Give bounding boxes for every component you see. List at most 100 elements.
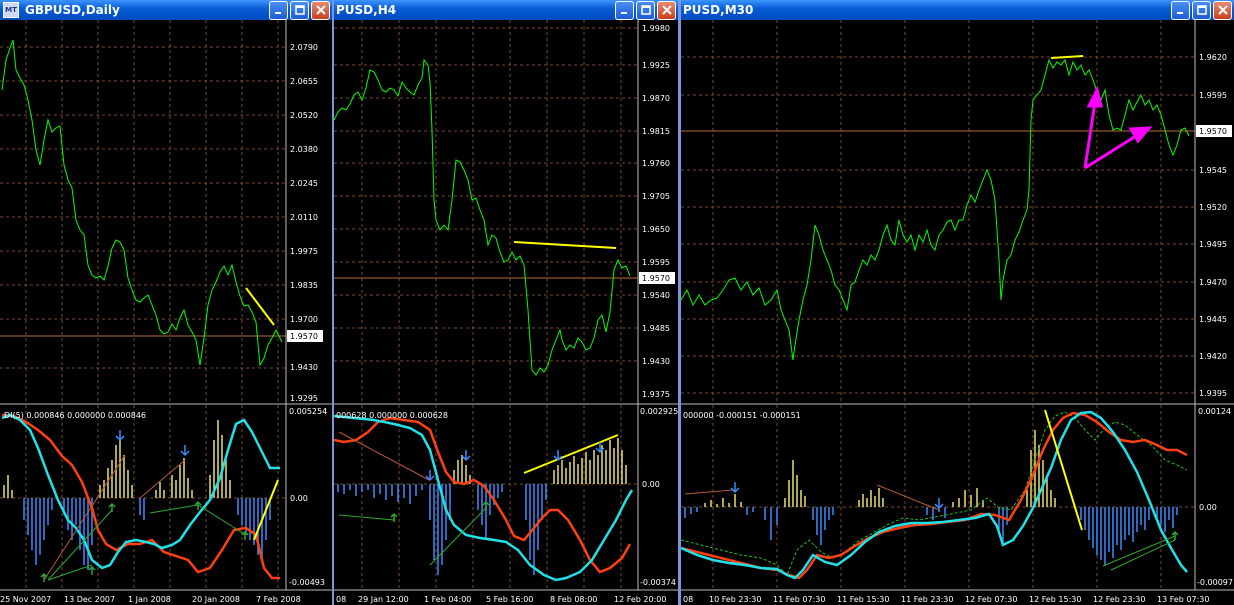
- time-tick: 08: [683, 595, 693, 604]
- window-titlebar[interactable]: MT GBPUSD,Daily: [0, 0, 332, 20]
- price-tick: 1.9520: [1199, 203, 1227, 212]
- time-tick: 13 Feb 07:30: [1157, 595, 1209, 604]
- time-axis: 08 10 Feb 23:30 11 Feb 07:30 11 Feb 15:3…: [683, 595, 1209, 604]
- current-price-label: 1.9570: [1199, 127, 1227, 136]
- price-tick: 1.9975: [290, 247, 318, 256]
- price-tick: 1.9540: [642, 291, 670, 300]
- maximize-icon: [294, 5, 305, 15]
- window-titlebar[interactable]: PUSD,H4: [334, 0, 678, 20]
- time-tick: 11 Feb 15:30: [837, 595, 889, 604]
- price-axis-panel: [1195, 20, 1234, 405]
- annotation-arrows: [1083, 85, 1153, 170]
- close-button[interactable]: [311, 0, 330, 20]
- time-tick: 12 Feb 07:30: [965, 595, 1017, 604]
- price-tick: 1.9375: [642, 390, 670, 399]
- chart-window-h4[interactable]: PUSD,H4 1.9980 1.9925 1.9870 1.9815 1.97…: [334, 0, 678, 605]
- price-tick: 1.9980: [642, 24, 670, 33]
- maximize-icon: [1196, 5, 1207, 15]
- indicator-tick: 0.002925: [640, 407, 678, 416]
- price-tick: 1.9595: [642, 258, 670, 267]
- price-tick: 2.0790: [290, 43, 318, 52]
- price-tick: 1.9760: [642, 159, 670, 168]
- price-tick: 1.9545: [1199, 166, 1227, 175]
- oscillator-dashed-line: [681, 411, 1188, 576]
- chart-area[interactable]: 1.9980 1.9925 1.9870 1.9815 1.9760 1.970…: [334, 20, 678, 605]
- oscillator-slow-line: [681, 410, 1188, 580]
- price-tick: 2.0520: [290, 111, 318, 120]
- price-tick: 1.9815: [642, 127, 670, 136]
- maximize-button[interactable]: [290, 0, 309, 20]
- indicator-axis-panel: [638, 405, 678, 590]
- price-tick: 1.9295: [290, 394, 318, 403]
- price-line: [681, 58, 1190, 361]
- price-tick: 1.9430: [642, 357, 670, 366]
- chart-area[interactable]: 1.9620 1.9595 1.9545 1.9520 1.9495 1.947…: [681, 20, 1234, 605]
- maximize-icon: [640, 5, 651, 15]
- indicator-axis-panel: [1195, 405, 1234, 590]
- price-tick: 2.0380: [290, 145, 318, 154]
- minimize-button[interactable]: [1171, 0, 1190, 20]
- histogram: [337, 438, 627, 575]
- current-price-label: 1.9570: [642, 274, 670, 283]
- histogram: [684, 430, 1178, 565]
- maximize-button[interactable]: [1192, 0, 1211, 20]
- price-axis-panel: [638, 20, 678, 405]
- trendline: [523, 434, 619, 474]
- chart-window-daily[interactable]: MT GBPUSD,Daily 2.0790 2.0655 2.0520 2.0…: [0, 0, 332, 605]
- indicator-tick: -0.00374: [640, 578, 676, 587]
- indicator-label: 000628 0.000000 0.000628: [336, 411, 448, 420]
- time-tick: 12 Feb 23:30: [1093, 595, 1145, 604]
- time-tick: 11 Feb 23:30: [901, 595, 953, 604]
- price-tick: 1.9395: [1199, 389, 1227, 398]
- time-tick: 11 Feb 07:30: [773, 595, 825, 604]
- price-tick: 1.9650: [642, 225, 670, 234]
- time-axis: 08 29 Jan 12:00 1 Feb 04:00 5 Feb 16:00 …: [336, 595, 666, 604]
- trendline: [513, 241, 617, 249]
- time-tick: 5 Feb 16:00: [486, 595, 533, 604]
- price-tick: 2.0110: [290, 213, 318, 222]
- time-tick: 20 Jan 2008: [192, 595, 240, 604]
- price-tick: 1.9925: [642, 61, 670, 70]
- minimize-button[interactable]: [269, 0, 288, 20]
- chart-icon: MT: [3, 2, 19, 18]
- price-tick: 1.9485: [642, 324, 670, 333]
- indicator-label: 000000 -0.000151 -0.000151: [683, 411, 801, 420]
- indicator-tick: 0.00: [642, 480, 660, 489]
- window-title: GBPUSD,Daily: [25, 3, 120, 17]
- time-tick: 08: [336, 595, 346, 604]
- close-button[interactable]: [1213, 0, 1232, 20]
- window-title: PUSD,H4: [336, 3, 397, 17]
- time-tick: 7 Feb 2008: [256, 595, 301, 604]
- window-titlebar[interactable]: PUSD,M30: [681, 0, 1234, 20]
- minimize-icon: [621, 11, 627, 14]
- time-tick: 25 Nov 2007: [0, 595, 51, 604]
- time-tick: 8 Feb 08:00: [550, 595, 597, 604]
- price-tick: 1.9445: [1199, 315, 1227, 324]
- time-tick: 29 Jan 12:00: [358, 595, 409, 604]
- price-tick: 1.9620: [1199, 53, 1227, 62]
- time-tick: 10 Feb 23:30: [709, 595, 761, 604]
- close-icon: [661, 5, 672, 15]
- minimize-button[interactable]: [615, 0, 634, 20]
- trendline: [1050, 55, 1084, 59]
- chart-window-m30[interactable]: PUSD,M30 1.9620 1.9595 1.9545 1.9520 1.9…: [681, 0, 1234, 605]
- time-tick: 12 Feb 20:00: [614, 595, 666, 604]
- maximize-button[interactable]: [636, 0, 655, 20]
- price-tick: 2.0655: [290, 77, 318, 86]
- current-price-label: 1.9570: [290, 332, 318, 341]
- chart-area[interactable]: 2.0790 2.0655 2.0520 2.0380 2.0245 2.011…: [0, 20, 332, 605]
- indicator-tick: -0.00097: [1197, 578, 1233, 587]
- time-tick: 13 Dec 2007: [64, 595, 115, 604]
- indicator-tick: 0.00: [1199, 503, 1217, 512]
- close-icon: [1217, 5, 1228, 15]
- price-line: [1, 39, 283, 367]
- indicator-tick: 0.00124: [1198, 407, 1231, 416]
- indicator-tick: -0.00493: [289, 578, 325, 587]
- price-tick: 1.9470: [1199, 278, 1227, 287]
- price-tick: 1.9835: [290, 281, 318, 290]
- minimize-icon: [275, 11, 281, 14]
- oscillator-fast-line: [681, 411, 1188, 580]
- indicator-label: DI(5) 0.000846 0.000000 0.000846: [4, 411, 146, 420]
- indicator-tick: 0.00: [290, 494, 308, 503]
- close-button[interactable]: [657, 0, 676, 20]
